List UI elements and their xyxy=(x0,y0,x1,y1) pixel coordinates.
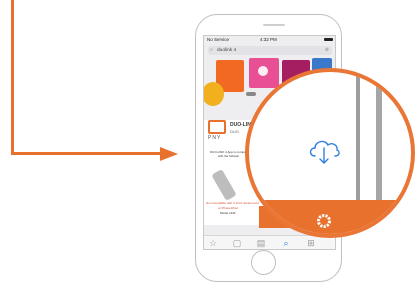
phone-speaker xyxy=(263,24,285,26)
usb-drive-image xyxy=(211,169,237,201)
search-icon: ⌕ xyxy=(210,47,213,53)
search-bar[interactable]: ⌕ duolink 4 ⊗ xyxy=(208,46,332,55)
recents-icon[interactable]: ▢ xyxy=(232,238,242,248)
callout-line-vertical xyxy=(11,0,14,155)
cloud-download-icon[interactable] xyxy=(307,136,341,166)
clear-icon[interactable]: ⊗ xyxy=(325,47,329,53)
doc-subtitle: DUO xyxy=(230,129,239,134)
search-query[interactable]: duolink 4 xyxy=(217,48,236,53)
play-icon xyxy=(258,66,268,76)
doc-line-2: with the followin xyxy=(218,154,240,158)
magnifier-circle xyxy=(245,68,415,238)
star-icon[interactable]: ☆ xyxy=(208,238,218,248)
page-dots xyxy=(246,92,256,96)
toucan-image xyxy=(204,82,224,106)
shared-icon[interactable]: ⊞ xyxy=(306,238,316,248)
callout-line-horizontal xyxy=(11,152,166,155)
doc-note-3: Model LINK xyxy=(220,211,236,215)
doc-note-2: or iPhone/iPad xyxy=(218,206,238,210)
pny-logo xyxy=(208,120,226,134)
search-tab-icon[interactable]: ⌕ xyxy=(281,238,291,248)
battery-icon xyxy=(324,38,333,41)
browse-icon[interactable]: ▤ xyxy=(256,238,266,248)
time-label: 4:32 PM xyxy=(260,37,277,42)
status-bar: No Service 4:32 PM xyxy=(204,36,335,44)
brand-label: PNY xyxy=(208,135,222,141)
gear-icon[interactable] xyxy=(315,212,333,230)
callout-arrow-icon xyxy=(160,147,178,161)
home-button[interactable] xyxy=(251,250,276,275)
tab-bar: ☆ ▢ ▤ ⌕ ⊞ xyxy=(204,235,335,249)
carrier-label: No Service xyxy=(207,37,230,42)
